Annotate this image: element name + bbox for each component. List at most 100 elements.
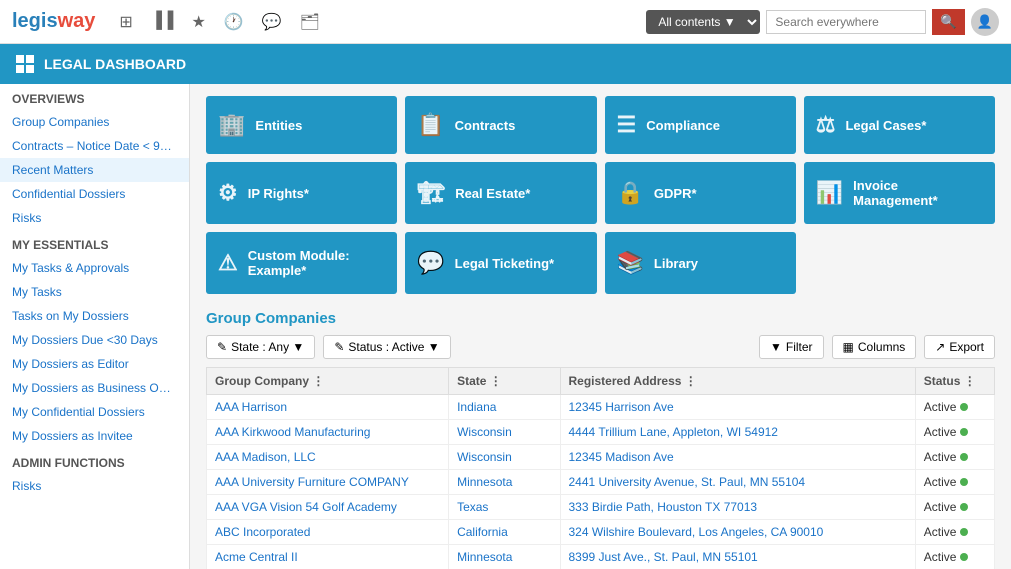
sidebar-item-confidential-dossiers2[interactable]: My Confidential Dossiers [0,400,189,424]
sidebar-item-my-tasks[interactable]: My Tasks [0,280,189,304]
search-button[interactable]: 🔍 [932,9,965,35]
filter-state-btn[interactable]: ✎ State : Any ▼ [206,335,315,359]
content-type-dropdown[interactable]: All contents ▼ [646,10,760,34]
col-menu-icon[interactable]: ⋮ [685,374,697,388]
company-link[interactable]: AAA Harrison [215,400,287,414]
tile-real-estate[interactable]: 🏗 Real Estate* [405,162,596,224]
state-link[interactable]: Texas [457,500,488,514]
search-area: All contents ▼ 🔍 👤 [646,8,999,36]
cell-address: 2441 University Avenue, St. Paul, MN 551… [560,470,915,495]
table-row: AAA Harrison Indiana 12345 Harrison Ave … [207,395,995,420]
sidebar-section-overviews: Overviews [0,84,189,110]
sidebar-item-dossiers-invitee[interactable]: My Dossiers as Invitee [0,424,189,448]
table-header-row: Group Company ⋮ State ⋮ Registered Addre… [207,368,995,395]
filter-state-icon: ✎ [217,340,227,354]
address-link[interactable]: 12345 Harrison Ave [569,400,674,414]
tile-library[interactable]: 📚 Library [605,232,796,294]
address-link[interactable]: 12345 Madison Ave [569,450,674,464]
tile-entities[interactable]: 🏢 Entities [206,96,397,154]
sidebar-item-tasks-approvals[interactable]: My Tasks & Approvals [0,256,189,280]
company-link[interactable]: Acme Central II [215,550,298,564]
cell-company: AAA Kirkwood Manufacturing [207,420,449,445]
chart-nav-icon[interactable]: ▐▐ [151,12,174,32]
cell-company: ABC Incorporated [207,520,449,545]
sidebar-item-recent-matters[interactable]: Recent Matters [0,158,189,182]
export-btn[interactable]: ↗ Export [924,335,995,359]
logo-text: legis [12,10,58,32]
status-dot [960,453,968,461]
cell-state: Minnesota [449,470,560,495]
gdpr-icon: 🔒 [617,180,644,206]
col-menu-icon[interactable]: ⋮ [964,374,976,388]
company-link[interactable]: AAA University Furniture COMPANY [215,475,409,489]
tile-invoice[interactable]: 📊 Invoice Management* [804,162,995,224]
sidebar-item-dossiers-editor[interactable]: My Dossiers as Editor [0,352,189,376]
sidebar-item-contracts-notice[interactable]: Contracts – Notice Date < 90 Days [0,134,189,158]
tile-custom-module-label: Custom Module: Example* [248,248,386,278]
columns-btn[interactable]: ▦ Columns [832,335,917,359]
address-link[interactable]: 8399 Just Ave., St. Paul, MN 55101 [569,550,758,564]
entities-icon: 🏢 [218,112,245,138]
compliance-icon: ☰ [617,112,637,138]
sidebar-item-risks[interactable]: Risks [0,206,189,230]
contracts-icon: 📋 [417,112,444,138]
tile-legal-ticketing[interactable]: 💬 Legal Ticketing* [405,232,596,294]
sidebar-item-group-companies[interactable]: Group Companies [0,110,189,134]
tile-custom-module[interactable]: ⚠ Custom Module: Example* [206,232,397,294]
state-link[interactable]: Minnesota [457,550,512,564]
chat-nav-icon[interactable]: 💬 [262,12,282,32]
address-link[interactable]: 333 Birdie Path, Houston TX 77013 [569,500,758,514]
user-avatar[interactable]: 👤 [971,8,999,36]
cell-company: Acme Central II [207,545,449,569]
filter-status-btn[interactable]: ✎ Status : Active ▼ [323,335,450,359]
cell-address: 324 Wilshire Boulevard, Los Angeles, CA … [560,520,915,545]
address-link[interactable]: 324 Wilshire Boulevard, Los Angeles, CA … [569,525,824,539]
tile-compliance[interactable]: ☰ Compliance [605,96,796,154]
table-row: AAA Kirkwood Manufacturing Wisconsin 444… [207,420,995,445]
state-link[interactable]: Wisconsin [457,425,512,439]
group-companies-table: Group Company ⋮ State ⋮ Registered Addre… [206,367,995,569]
filter-action-btn[interactable]: ▼ Filter [759,335,824,359]
tile-contracts[interactable]: 📋 Contracts [405,96,596,154]
tile-legal-ticketing-label: Legal Ticketing* [455,256,554,271]
status-dot [960,528,968,536]
address-link[interactable]: 4444 Trillium Lane, Appleton, WI 54912 [569,425,778,439]
tile-gdpr[interactable]: 🔒 GDPR* [605,162,796,224]
status-badge: Active [924,500,986,514]
cell-state: Wisconsin [449,420,560,445]
custom-module-icon: ⚠ [218,250,238,276]
clock-nav-icon[interactable]: 🕐 [224,12,244,32]
table-row: Acme Central II Minnesota 8399 Just Ave.… [207,545,995,569]
state-link[interactable]: Wisconsin [457,450,512,464]
company-link[interactable]: ABC Incorporated [215,525,310,539]
star-nav-icon[interactable]: ★ [191,12,205,32]
invoice-icon: 📊 [816,180,843,206]
tile-legal-cases-label: Legal Cases* [845,118,926,133]
sidebar-item-admin-risks[interactable]: Risks [0,474,189,498]
filter-action-label: Filter [786,340,813,354]
folder-nav-icon[interactable]: 🗂 [300,12,320,32]
company-link[interactable]: AAA VGA Vision 54 Golf Academy [215,500,397,514]
header-bar: LEGAL DASHBOARD [0,44,1011,84]
company-link[interactable]: AAA Madison, LLC [215,450,316,464]
group-companies-title: Group Companies [206,310,995,327]
nav-icons: ⊞ ▐▐ ★ 🕐 💬 🗂 [119,12,630,32]
top-nav: legisway ⊞ ▐▐ ★ 🕐 💬 🗂 All contents ▼ 🔍 👤 [0,0,1011,44]
sidebar-item-dossiers-owner[interactable]: My Dossiers as Business Owner [0,376,189,400]
sidebar-item-tasks-dossiers[interactable]: Tasks on My Dossiers [0,304,189,328]
grid-nav-icon[interactable]: ⊞ [119,12,132,32]
tile-ip-rights[interactable]: ⚙ IP Rights* [206,162,397,224]
state-link[interactable]: California [457,525,508,539]
state-link[interactable]: Minnesota [457,475,512,489]
tile-ip-rights-label: IP Rights* [248,186,309,201]
state-link[interactable]: Indiana [457,400,496,414]
company-link[interactable]: AAA Kirkwood Manufacturing [215,425,370,439]
tile-legal-cases[interactable]: ⚖ Legal Cases* [804,96,995,154]
col-menu-icon[interactable]: ⋮ [312,374,324,388]
sidebar-item-confidential-dossiers[interactable]: Confidential Dossiers [0,182,189,206]
sidebar-item-dossiers-due[interactable]: My Dossiers Due <30 Days [0,328,189,352]
col-menu-icon[interactable]: ⋮ [490,374,502,388]
search-input[interactable] [766,10,926,34]
address-link[interactable]: 2441 University Avenue, St. Paul, MN 551… [569,475,806,489]
status-badge: Active [924,550,986,564]
